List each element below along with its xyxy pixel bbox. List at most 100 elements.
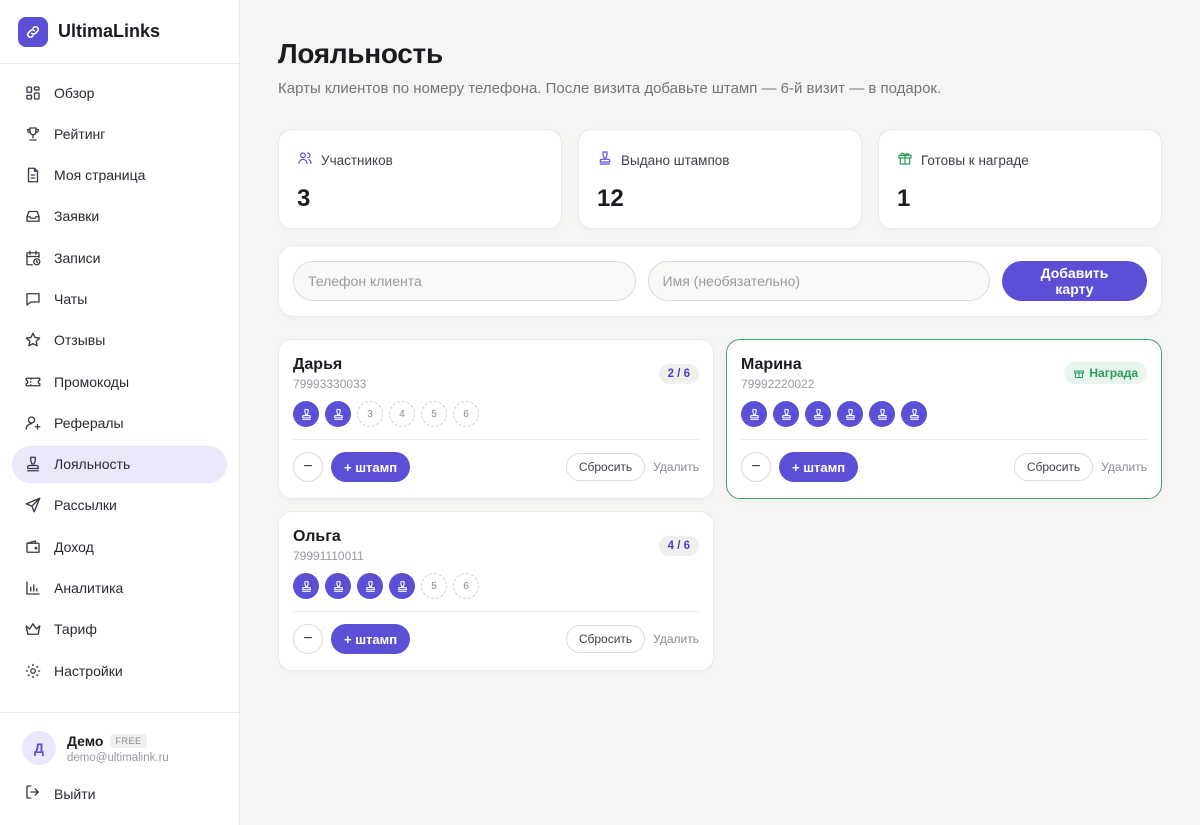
add-stamp-button[interactable]: + штамп	[331, 452, 411, 482]
sidebar-item-label: Рейтинг	[54, 125, 106, 142]
client-phone: 79991110011	[293, 549, 364, 563]
stamp-filled	[325, 401, 351, 427]
progress-badge: 4 / 6	[658, 536, 699, 556]
users-icon	[297, 150, 313, 171]
client-phone: 79993330033	[293, 377, 367, 391]
stat-value: 3	[297, 185, 311, 212]
sidebar-item-label: Чаты	[54, 290, 88, 307]
stamp-filled	[773, 401, 799, 427]
file-icon	[24, 166, 42, 184]
sidebar-item-label: Доход	[54, 538, 94, 555]
sidebar-item-8[interactable]: Промокоды	[12, 363, 227, 400]
stat-label: Участников	[321, 153, 393, 168]
avatar: Д	[22, 731, 56, 765]
dashboard-icon	[24, 84, 42, 102]
ticket-icon	[24, 373, 42, 391]
stat-label: Готовы к награде	[921, 153, 1029, 168]
sidebar: UltimaLinks Обзор Рейтинг Моя страница Заяв…	[0, 0, 240, 825]
delete-button[interactable]: Удалить	[653, 460, 699, 474]
wallet-icon	[24, 538, 42, 556]
divider	[741, 439, 1147, 440]
delete-button[interactable]: Удалить	[653, 632, 699, 646]
sidebar-item-6[interactable]: Чаты	[12, 280, 227, 317]
sidebar-item-2[interactable]: Рейтинг	[12, 115, 227, 152]
trophy-icon	[24, 125, 42, 143]
sidebar-item-label: Моя страница	[54, 167, 146, 184]
sidebar-item-14[interactable]: Тариф	[12, 611, 227, 648]
user-profile[interactable]: Д Демо FREE demo@ultimalink.ru	[0, 713, 239, 765]
add-stamp-button[interactable]: + штамп	[779, 452, 859, 482]
stat-card-participants: Участников 3	[278, 129, 562, 229]
sidebar-item-12[interactable]: Доход	[12, 528, 227, 565]
reset-button[interactable]: Сбросить	[1013, 453, 1094, 481]
add-stamp-button[interactable]: + штамп	[331, 624, 411, 654]
sidebar-item-label: Настройки	[54, 662, 123, 679]
stamp-filled	[869, 401, 895, 427]
sidebar-item-label: Рефералы	[54, 414, 124, 431]
sidebar-footer: Д Демо FREE demo@ultimalink.ru Выйти	[0, 712, 239, 825]
client-name: Дарья	[293, 356, 343, 373]
sidebar-item-5[interactable]: Записи	[12, 239, 227, 276]
reset-button[interactable]: Сбросить	[565, 625, 646, 653]
client-phone: 79992220022	[741, 377, 815, 391]
sidebar-item-4[interactable]: Заявки	[12, 198, 227, 235]
brand-name: UltimaLinks	[58, 21, 161, 41]
loyalty-card: Дарья 79993330033 2 / 6 3 4 5 6 − + штамп Сбросит…	[278, 339, 714, 499]
chat-icon	[24, 290, 42, 308]
stamp-row	[741, 401, 1147, 427]
reward-badge: Награда	[1064, 362, 1147, 384]
user-name: Демо	[67, 732, 104, 749]
sidebar-item-label: Отзывы	[54, 332, 106, 349]
sidebar-item-11[interactable]: Рассылки	[12, 487, 227, 524]
remove-stamp-button[interactable]: −	[293, 452, 323, 482]
stamp-filled	[293, 573, 319, 599]
progress-badge: 2 / 6	[658, 364, 699, 384]
remove-stamp-button[interactable]: −	[293, 624, 323, 654]
inbox-icon	[24, 207, 42, 225]
remove-stamp-button[interactable]: −	[741, 452, 771, 482]
sidebar-item-10[interactable]: Лояльность	[12, 445, 227, 483]
sidebar-item-label: Промокоды	[54, 373, 130, 390]
link-icon[interactable]	[18, 16, 48, 47]
delete-button[interactable]: Удалить	[1101, 460, 1147, 474]
stamp-empty: 6	[453, 401, 479, 427]
stamp-empty: 3	[357, 401, 383, 427]
page-title: Лояльность	[278, 38, 443, 69]
main-content: Лояльность Карты клиентов по номеру теле…	[240, 0, 1200, 825]
gear-icon	[24, 662, 42, 680]
client-name: Ольга	[293, 528, 341, 545]
sidebar-item-13[interactable]: Аналитика	[12, 570, 227, 607]
stamp-empty: 5	[421, 573, 447, 599]
sidebar-nav: Обзор Рейтинг Моя страница Заявки Записи Чаты…	[0, 64, 239, 689]
stamp-row: 3456	[293, 401, 699, 427]
sidebar-item-1[interactable]: Обзор	[12, 74, 227, 111]
add-card-button[interactable]: Добавить карту	[1002, 261, 1147, 301]
sidebar-item-9[interactable]: Рефералы	[12, 404, 227, 441]
name-input[interactable]	[647, 261, 990, 301]
add-card-form: Добавить карту	[278, 245, 1162, 317]
stamp-icon	[24, 455, 42, 473]
plan-badge: FREE	[110, 733, 147, 748]
user-plus-icon	[24, 414, 42, 432]
sidebar-item-7[interactable]: Отзывы	[12, 322, 227, 359]
sidebar-item-3[interactable]: Моя страница	[12, 157, 227, 194]
gift-icon	[1073, 367, 1089, 379]
bar-chart-icon	[24, 579, 42, 597]
stat-label: Выдано штампов	[621, 153, 730, 168]
stamp-filled	[293, 401, 319, 427]
logout-button[interactable]: Выйти	[24, 779, 239, 809]
sidebar-item-label: Тариф	[54, 621, 97, 638]
crown-icon	[24, 620, 42, 638]
user-email: demo@ultimalink.ru	[67, 751, 169, 764]
loyalty-card: Марина 79992220022 Награда − + штамп Сбросить…	[726, 339, 1162, 499]
stamp-row: 56	[293, 573, 699, 599]
phone-input[interactable]	[293, 261, 636, 301]
reset-button[interactable]: Сбросить	[565, 453, 646, 481]
page-subtitle: Карты клиентов по номеру телефона. После…	[278, 80, 942, 97]
sidebar-item-label: Рассылки	[54, 497, 117, 514]
stamp-empty: 4	[389, 401, 415, 427]
reward-label: Награда	[1089, 366, 1138, 380]
sidebar-item-15[interactable]: Настройки	[12, 652, 227, 689]
sidebar-item-label: Обзор	[54, 84, 95, 101]
stat-card-stamps: Выдано штампов 12	[578, 129, 862, 229]
